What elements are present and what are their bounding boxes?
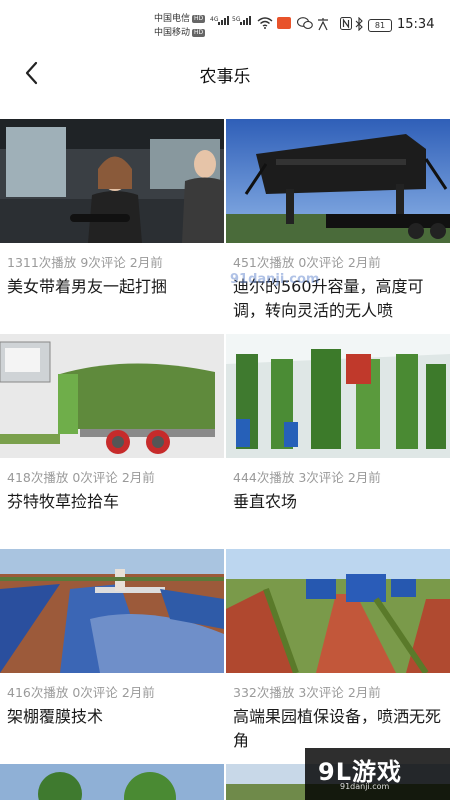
video-card[interactable]: 451次播放 0次评论 2月前 迪尔的560升容量，高度可调，转向灵活的无人喷 [226, 119, 450, 324]
watermark-site: 91danji.com [340, 782, 390, 791]
page-title: 农事乐 [199, 67, 251, 87]
video-title[interactable]: 美女带着男友一起打捆 [7, 275, 221, 299]
play-count: 1311次播放 [7, 255, 77, 270]
play-count: 444次播放 [233, 470, 295, 485]
carrier-1: 中国电信 HD [154, 14, 206, 24]
video-title[interactable]: 架棚覆膜技术 [7, 705, 221, 729]
message-icon [296, 17, 313, 33]
app-notification-icon [277, 17, 291, 29]
video-thumbnail-partial[interactable] [0, 764, 224, 800]
comment-count: 3次评论 [298, 470, 344, 485]
video-card[interactable]: 332次播放 3次评论 2月前 高端果园植保设备，喷洒无死角 [226, 549, 450, 754]
video-thumbnail[interactable] [0, 119, 224, 243]
video-title[interactable]: 芬特牧草捡拾车 [7, 490, 221, 514]
video-thumbnail[interactable] [0, 334, 224, 458]
translate-icon [316, 17, 330, 34]
video-stats: 1311次播放 9次评论 2月前 [7, 252, 167, 271]
play-count: 416次播放 [7, 685, 69, 700]
video-title[interactable]: 高端果园植保设备，喷洒无死角 [233, 705, 447, 753]
play-count: 451次播放 [233, 255, 295, 270]
bluetooth-icon [355, 16, 364, 34]
video-stats: 451次播放 0次评论 2月前 [233, 252, 385, 271]
video-title[interactable]: 垂直农场 [233, 490, 447, 514]
upload-age: 2月前 [129, 255, 163, 270]
battery-icon: 81 [368, 19, 392, 32]
video-thumbnail[interactable] [226, 119, 450, 243]
nfc-icon [340, 17, 352, 33]
comment-count: 0次评论 [72, 685, 118, 700]
video-stats: 444次播放 3次评论 2月前 [233, 467, 385, 486]
watermark-logo: 91danji.com [230, 272, 320, 287]
comment-count: 0次评论 [298, 255, 344, 270]
video-stats: 332次播放 3次评论 2月前 [233, 682, 385, 701]
video-stats: 418次播放 0次评论 2月前 [7, 467, 159, 486]
carrier-2: 中国移动 HD [154, 28, 206, 38]
video-thumbnail[interactable] [226, 334, 450, 458]
status-time: 15:34 [397, 17, 435, 32]
status-bar: 中国电信 HD 中国移动 HD 4G 5G 81 15:34 [0, 0, 450, 44]
play-count: 332次播放 [233, 685, 295, 700]
signal-icon-1: 4G [210, 16, 230, 25]
upload-age: 2月前 [347, 685, 381, 700]
comment-count: 3次评论 [298, 685, 344, 700]
upload-age: 2月前 [121, 470, 155, 485]
video-thumbnail[interactable] [226, 549, 450, 673]
play-count: 418次播放 [7, 470, 69, 485]
video-thumbnail[interactable] [0, 549, 224, 673]
comment-count: 0次评论 [72, 470, 118, 485]
upload-age: 2月前 [121, 685, 155, 700]
video-card[interactable]: 444次播放 3次评论 2月前 垂直农场 [226, 334, 450, 539]
upload-age: 2月前 [347, 255, 381, 270]
video-card[interactable]: 1311次播放 9次评论 2月前 美女带着男友一起打捆 [0, 119, 224, 324]
comment-count: 9次评论 [80, 255, 126, 270]
upload-age: 2月前 [347, 470, 381, 485]
video-card[interactable]: 418次播放 0次评论 2月前 芬特牧草捡拾车 [0, 334, 224, 539]
video-card[interactable]: 416次播放 0次评论 2月前 架棚覆膜技术 [0, 549, 224, 754]
video-stats: 416次播放 0次评论 2月前 [7, 682, 159, 701]
wifi-icon [257, 17, 273, 32]
signal-icon-2: 5G [232, 16, 252, 25]
